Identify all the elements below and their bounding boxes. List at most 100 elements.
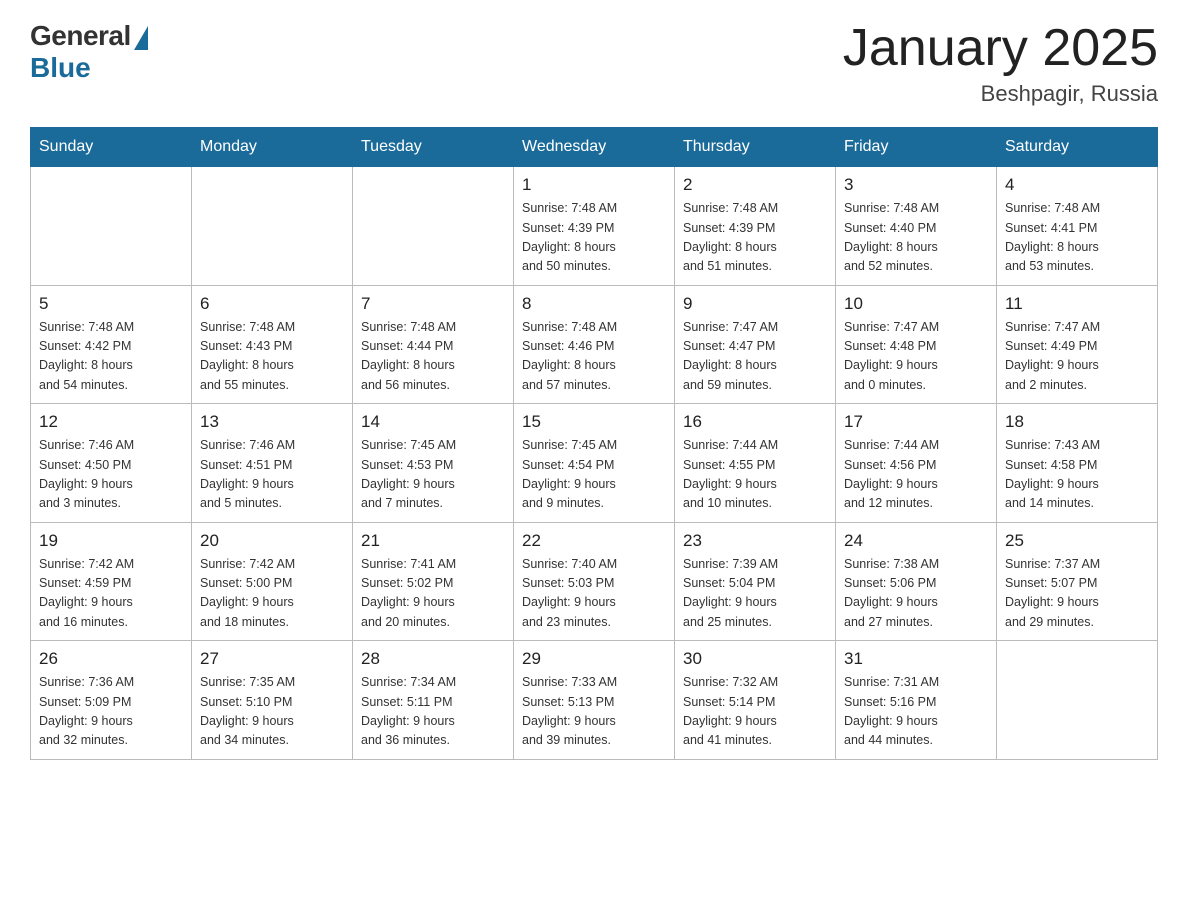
calendar-cell: 1 Sunrise: 7:48 AM Sunset: 4:39 PM Daylig… (514, 167, 675, 286)
day-info: Sunrise: 7:47 AM Sunset: 4:47 PM Dayligh… (683, 318, 827, 396)
calendar-cell: 31 Sunrise: 7:31 AM Sunset: 5:16 PM Dayli… (836, 641, 997, 760)
day-info: Sunrise: 7:47 AM Sunset: 4:49 PM Dayligh… (1005, 318, 1149, 396)
day-info: Sunrise: 7:42 AM Sunset: 4:59 PM Dayligh… (39, 555, 183, 633)
day-number: 20 (200, 531, 344, 551)
day-number: 30 (683, 649, 827, 669)
calendar-cell (31, 167, 192, 286)
day-number: 18 (1005, 412, 1149, 432)
calendar-cell: 8 Sunrise: 7:48 AM Sunset: 4:46 PM Daylig… (514, 285, 675, 404)
day-number: 8 (522, 294, 666, 314)
calendar-cell: 24 Sunrise: 7:38 AM Sunset: 5:06 PM Dayli… (836, 522, 997, 641)
day-info: Sunrise: 7:48 AM Sunset: 4:42 PM Dayligh… (39, 318, 183, 396)
calendar-header-monday: Monday (192, 128, 353, 167)
day-number: 12 (39, 412, 183, 432)
day-number: 11 (1005, 294, 1149, 314)
calendar-cell: 17 Sunrise: 7:44 AM Sunset: 4:56 PM Dayli… (836, 404, 997, 523)
day-info: Sunrise: 7:31 AM Sunset: 5:16 PM Dayligh… (844, 673, 988, 751)
calendar-cell: 3Sunrise: 7:48 AM Sunset: 4:40 PM Daylig… (836, 167, 997, 286)
page-header: General Blue January 2025 Beshpagir, Rus… (30, 20, 1158, 107)
logo-triangle-icon (134, 26, 148, 50)
day-info: Sunrise: 7:48 AM Sunset: 4:39 PM Dayligh… (522, 199, 666, 277)
day-info: Sunrise: 7:46 AM Sunset: 4:50 PM Dayligh… (39, 436, 183, 514)
day-number: 31 (844, 649, 988, 669)
day-number: 27 (200, 649, 344, 669)
day-info: Sunrise: 7:48 AM Sunset: 4:43 PM Dayligh… (200, 318, 344, 396)
day-number: 29 (522, 649, 666, 669)
calendar-header-friday: Friday (836, 128, 997, 167)
day-number: 24 (844, 531, 988, 551)
calendar-cell (192, 167, 353, 286)
title-section: January 2025 Beshpagir, Russia (843, 20, 1158, 107)
day-info: Sunrise: 7:34 AM Sunset: 5:11 PM Dayligh… (361, 673, 505, 751)
day-info: Sunrise: 7:41 AM Sunset: 5:02 PM Dayligh… (361, 555, 505, 633)
calendar-cell: 10 Sunrise: 7:47 AM Sunset: 4:48 PM Dayli… (836, 285, 997, 404)
day-info: Sunrise: 7:46 AM Sunset: 4:51 PM Dayligh… (200, 436, 344, 514)
day-number: 15 (522, 412, 666, 432)
day-info: Sunrise: 7:47 AM Sunset: 4:48 PM Dayligh… (844, 318, 988, 396)
day-number: 10 (844, 294, 988, 314)
calendar-cell: 16Sunrise: 7:44 AM Sunset: 4:55 PM Dayli… (675, 404, 836, 523)
day-number: 21 (361, 531, 505, 551)
calendar-cell: 12 Sunrise: 7:46 AM Sunset: 4:50 PM Dayli… (31, 404, 192, 523)
calendar-cell: 4 Sunrise: 7:48 AM Sunset: 4:41 PM Daylig… (997, 167, 1158, 286)
calendar-week-2: 5 Sunrise: 7:48 AM Sunset: 4:42 PM Daylig… (31, 285, 1158, 404)
calendar-week-1: 1 Sunrise: 7:48 AM Sunset: 4:39 PM Daylig… (31, 167, 1158, 286)
day-info: Sunrise: 7:48 AM Sunset: 4:40 PM Dayligh… (844, 199, 988, 277)
day-number: 14 (361, 412, 505, 432)
calendar-table: SundayMondayTuesdayWednesdayThursdayFrid… (30, 127, 1158, 760)
calendar-cell: 29 Sunrise: 7:33 AM Sunset: 5:13 PM Dayli… (514, 641, 675, 760)
calendar-header-wednesday: Wednesday (514, 128, 675, 167)
day-number: 6 (200, 294, 344, 314)
calendar-cell: 18 Sunrise: 7:43 AM Sunset: 4:58 PM Dayli… (997, 404, 1158, 523)
day-number: 1 (522, 175, 666, 195)
calendar-header-thursday: Thursday (675, 128, 836, 167)
day-info: Sunrise: 7:36 AM Sunset: 5:09 PM Dayligh… (39, 673, 183, 751)
day-info: Sunrise: 7:44 AM Sunset: 4:56 PM Dayligh… (844, 436, 988, 514)
calendar-week-4: 19Sunrise: 7:42 AM Sunset: 4:59 PM Dayli… (31, 522, 1158, 641)
calendar-cell: 6 Sunrise: 7:48 AM Sunset: 4:43 PM Daylig… (192, 285, 353, 404)
calendar-header-tuesday: Tuesday (353, 128, 514, 167)
day-info: Sunrise: 7:33 AM Sunset: 5:13 PM Dayligh… (522, 673, 666, 751)
calendar-header-row: SundayMondayTuesdayWednesdayThursdayFrid… (31, 128, 1158, 167)
day-info: Sunrise: 7:42 AM Sunset: 5:00 PM Dayligh… (200, 555, 344, 633)
calendar-week-3: 12 Sunrise: 7:46 AM Sunset: 4:50 PM Dayli… (31, 404, 1158, 523)
calendar-header-saturday: Saturday (997, 128, 1158, 167)
day-info: Sunrise: 7:38 AM Sunset: 5:06 PM Dayligh… (844, 555, 988, 633)
day-number: 23 (683, 531, 827, 551)
logo-blue-text: Blue (30, 52, 91, 84)
calendar-cell: 28Sunrise: 7:34 AM Sunset: 5:11 PM Dayli… (353, 641, 514, 760)
day-number: 17 (844, 412, 988, 432)
calendar-week-5: 26Sunrise: 7:36 AM Sunset: 5:09 PM Dayli… (31, 641, 1158, 760)
calendar-cell: 30 Sunrise: 7:32 AM Sunset: 5:14 PM Dayli… (675, 641, 836, 760)
calendar-cell: 14Sunrise: 7:45 AM Sunset: 4:53 PM Dayli… (353, 404, 514, 523)
day-info: Sunrise: 7:32 AM Sunset: 5:14 PM Dayligh… (683, 673, 827, 751)
calendar-cell: 27Sunrise: 7:35 AM Sunset: 5:10 PM Dayli… (192, 641, 353, 760)
day-info: Sunrise: 7:48 AM Sunset: 4:39 PM Dayligh… (683, 199, 827, 277)
calendar-cell: 23Sunrise: 7:39 AM Sunset: 5:04 PM Dayli… (675, 522, 836, 641)
day-number: 22 (522, 531, 666, 551)
day-info: Sunrise: 7:45 AM Sunset: 4:54 PM Dayligh… (522, 436, 666, 514)
day-info: Sunrise: 7:40 AM Sunset: 5:03 PM Dayligh… (522, 555, 666, 633)
day-number: 4 (1005, 175, 1149, 195)
day-info: Sunrise: 7:48 AM Sunset: 4:41 PM Dayligh… (1005, 199, 1149, 277)
day-info: Sunrise: 7:48 AM Sunset: 4:46 PM Dayligh… (522, 318, 666, 396)
calendar-cell: 2Sunrise: 7:48 AM Sunset: 4:39 PM Daylig… (675, 167, 836, 286)
logo-general-text: General (30, 20, 131, 52)
logo: General Blue (30, 20, 148, 84)
calendar-cell: 26Sunrise: 7:36 AM Sunset: 5:09 PM Dayli… (31, 641, 192, 760)
calendar-cell: 7 Sunrise: 7:48 AM Sunset: 4:44 PM Daylig… (353, 285, 514, 404)
calendar-cell: 25 Sunrise: 7:37 AM Sunset: 5:07 PM Dayli… (997, 522, 1158, 641)
day-number: 7 (361, 294, 505, 314)
day-number: 9 (683, 294, 827, 314)
calendar-cell (353, 167, 514, 286)
day-info: Sunrise: 7:48 AM Sunset: 4:44 PM Dayligh… (361, 318, 505, 396)
calendar-cell: 13Sunrise: 7:46 AM Sunset: 4:51 PM Dayli… (192, 404, 353, 523)
day-number: 5 (39, 294, 183, 314)
day-info: Sunrise: 7:37 AM Sunset: 5:07 PM Dayligh… (1005, 555, 1149, 633)
calendar-cell: 11 Sunrise: 7:47 AM Sunset: 4:49 PM Dayli… (997, 285, 1158, 404)
month-title: January 2025 (843, 20, 1158, 77)
day-info: Sunrise: 7:43 AM Sunset: 4:58 PM Dayligh… (1005, 436, 1149, 514)
day-number: 25 (1005, 531, 1149, 551)
location-text: Beshpagir, Russia (843, 81, 1158, 107)
calendar-cell: 22 Sunrise: 7:40 AM Sunset: 5:03 PM Dayli… (514, 522, 675, 641)
